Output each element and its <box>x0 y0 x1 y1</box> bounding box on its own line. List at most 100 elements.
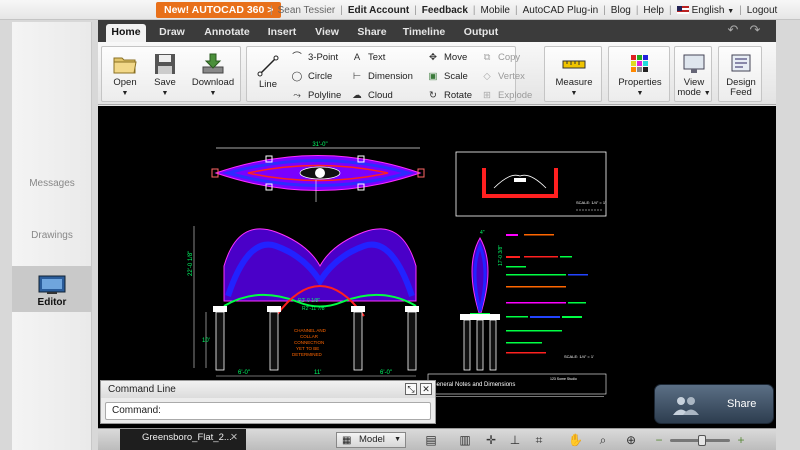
crosshair-icon[interactable]: ✛ <box>484 433 498 447</box>
nav-messages[interactable]: Messages <box>12 178 92 192</box>
design-feed-button[interactable]: Design Feed <box>721 53 761 98</box>
expand-icon[interactable]: ⤡ <box>405 383 417 395</box>
zoom-slider-handle[interactable] <box>698 435 706 446</box>
layout-icon[interactable]: ▥ <box>458 433 472 447</box>
explode-icon: ⊞ <box>483 90 491 101</box>
chevron-down-icon: ▼ <box>570 90 578 97</box>
line-label: Line <box>259 79 277 90</box>
zoom-out-icon[interactable]: − <box>652 433 666 447</box>
section-detail: SCALE: 1/4" = 1' <box>455 151 607 217</box>
dim-right-label: 17'-0 3/8" <box>498 245 504 266</box>
dim-bottom-left: 6'-0" <box>238 370 250 376</box>
feedback-link[interactable]: Feedback <box>417 5 473 16</box>
floppy-disk-icon <box>155 54 175 74</box>
redo-icon[interactable]: ↷ <box>748 23 762 37</box>
tab-view[interactable]: View <box>310 24 344 42</box>
help-link[interactable]: Help <box>638 5 669 16</box>
rotate-label: Rotate <box>444 90 472 101</box>
notes-legend <box>506 234 588 354</box>
print-icon[interactable]: ▤ <box>424 433 438 447</box>
open-button[interactable]: Open ▼ <box>108 53 142 99</box>
file-tab[interactable]: Greensboro_Flat_2... ✕ <box>120 429 246 450</box>
site-links: | Sean Tessier | Edit Account | Feedback… <box>270 0 782 20</box>
three-point-arc-button[interactable]: ⌒ 3-Point <box>291 51 338 65</box>
tab-annotate[interactable]: Annotate <box>202 24 252 42</box>
chevron-down-icon: ▼ <box>727 7 735 15</box>
model-label: Model <box>359 434 385 445</box>
move-icon: ✥ <box>429 52 437 63</box>
polyline-button[interactable]: ⤳ Polyline <box>291 89 341 103</box>
close-icon[interactable]: ✕ <box>420 383 432 395</box>
rotate-icon: ↻ <box>429 90 437 101</box>
move-label: Move <box>444 52 468 63</box>
ruler-icon <box>562 60 586 69</box>
cloud-label: Cloud <box>368 90 393 101</box>
view-mode-group: View mode ▼ <box>674 46 712 102</box>
pan-hand-icon[interactable]: ✋ <box>568 433 583 447</box>
model-space-button[interactable]: ▦ Model ▼ <box>336 432 406 448</box>
model-icon: ▦ <box>342 435 352 446</box>
undo-icon[interactable]: ↶ <box>726 23 740 37</box>
text-icon: A <box>353 52 361 63</box>
cloud-button[interactable]: ☁ Cloud <box>351 89 393 103</box>
file-tab-label: Greensboro_Flat_2... <box>142 432 232 443</box>
us-flag-icon <box>676 5 689 14</box>
label-r2: R2'-11 7/8" <box>302 306 327 312</box>
properties-button[interactable]: Properties ▼ <box>613 53 667 99</box>
explode-button[interactable]: ⊞ Explode <box>481 89 532 103</box>
edit-account-link[interactable]: Edit Account <box>343 5 414 16</box>
scale-label-2: SCALE: 1/4" = 1' <box>564 354 594 359</box>
dim-bottom-mid: 11' <box>314 370 321 376</box>
download-button[interactable]: Download ▼ <box>190 53 236 99</box>
folder-icon <box>113 57 137 74</box>
rotate-button[interactable]: ↻ Rotate <box>427 89 472 103</box>
vertex-label: Vertex <box>498 71 525 82</box>
scale-button[interactable]: ▣ Scale <box>427 70 468 84</box>
zoom-in-icon[interactable]: + <box>734 433 748 447</box>
zoom-extents-icon[interactable]: ⊕ <box>624 433 638 447</box>
left-navigation-panel: Messages Drawings Editor <box>12 22 92 450</box>
properties-group: Properties ▼ <box>608 46 670 102</box>
tab-draw[interactable]: Draw <box>154 24 190 42</box>
tab-share[interactable]: Share <box>354 24 390 42</box>
tab-timeline[interactable]: Timeline <box>400 24 448 42</box>
text-button[interactable]: A Text <box>351 51 386 65</box>
blog-link[interactable]: Blog <box>606 5 636 16</box>
ortho-icon[interactable]: ⊥ <box>508 433 522 447</box>
nav-drawings[interactable]: Drawings <box>12 230 92 244</box>
zoom-window-icon[interactable]: ⌕ <box>596 433 610 447</box>
mobile-link[interactable]: Mobile <box>476 5 515 16</box>
save-button[interactable]: Save ▼ <box>148 53 182 99</box>
tab-home[interactable]: Home <box>106 24 146 42</box>
tab-insert[interactable]: Insert <box>262 24 302 42</box>
properties-label: Properties <box>618 77 662 88</box>
language-label: English <box>691 4 725 16</box>
snap-icon[interactable]: ⌗ <box>532 433 546 447</box>
plan-view: 31'-0" <box>211 142 425 202</box>
circle-button[interactable]: ◯ Circle <box>291 70 333 84</box>
share-button[interactable]: Share <box>654 384 774 424</box>
text-label: Text <box>368 52 386 63</box>
autocad-360-promo-button[interactable]: New! AUTOCAD 360 > <box>156 2 282 18</box>
command-input[interactable]: Command: <box>105 402 431 420</box>
vertex-button[interactable]: ◇ Vertex <box>481 70 525 84</box>
move-button[interactable]: ✥ Move <box>427 51 467 65</box>
language-selector[interactable]: English ▼ <box>672 5 740 16</box>
polyline-icon: ⤳ <box>293 90 301 101</box>
close-icon[interactable]: ✕ <box>230 429 238 447</box>
line-button[interactable]: Line <box>253 55 283 90</box>
note-center: CHANNEL AND COLLAR CONNECTION YET TO BE DETE… <box>292 328 327 357</box>
view-mode-label-2: mode <box>677 87 702 98</box>
view-mode-button[interactable]: View mode ▼ <box>677 53 711 99</box>
nav-editor[interactable]: Editor <box>12 266 92 312</box>
tab-output[interactable]: Output <box>460 24 502 42</box>
autocad-plugin-link[interactable]: AutoCAD Plug-in <box>518 5 604 16</box>
zoom-slider[interactable] <box>670 435 730 446</box>
dimension-button[interactable]: ⊢ Dimension <box>351 70 413 84</box>
dim-left-label: 22'-0 1/8" <box>188 251 194 276</box>
logout-link[interactable]: Logout <box>742 5 783 16</box>
copy-icon: ⧉ <box>483 52 491 63</box>
copy-button[interactable]: ⧉ Copy <box>481 51 521 65</box>
dim-small-label: 4" <box>480 230 485 236</box>
measure-button[interactable]: Measure ▼ <box>549 53 599 99</box>
